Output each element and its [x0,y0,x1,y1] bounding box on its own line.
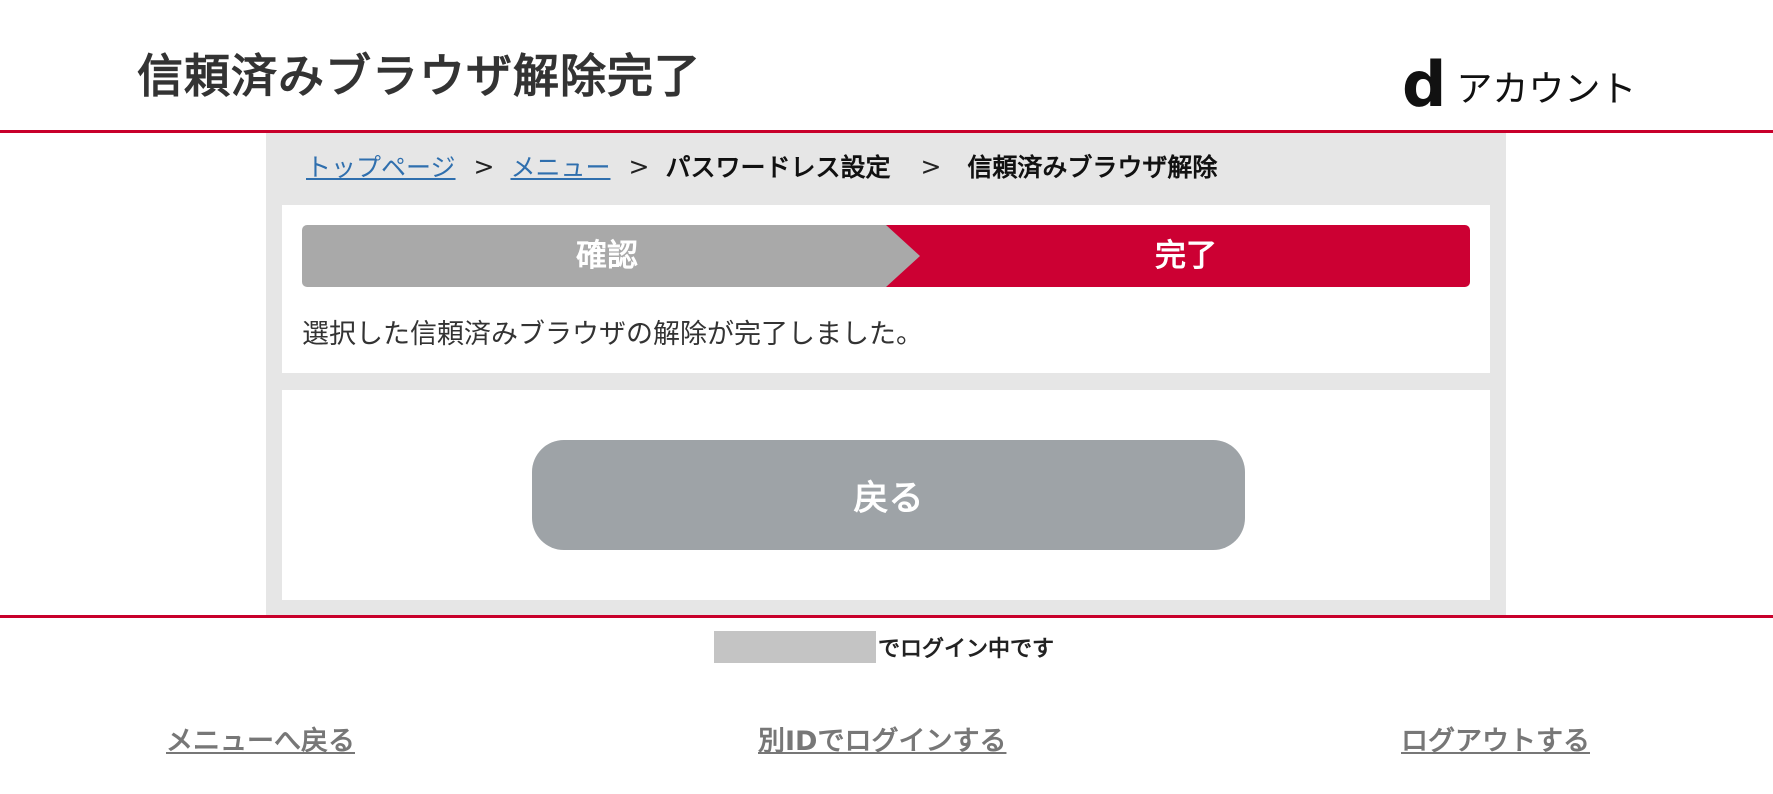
action-card: 戻る [282,390,1490,600]
login-status-text: でログイン中です [878,637,1055,662]
header: 信頼済みブラウザ解除完了 d アカウント [0,0,1773,133]
step-confirm-label: 確認 [576,238,638,274]
page-title: 信頼済みブラウザ解除完了 [137,49,701,103]
breadcrumb-passwordless-settings: パスワードレス設定 [665,153,891,182]
completion-card: 確認 完了 選択した信頼済みブラウザの解除が完了しました。 [282,205,1490,373]
masked-user-id [714,631,876,663]
progress-steps: 確認 完了 [302,225,1470,287]
breadcrumb-separator: > [473,151,495,181]
breadcrumb-separator: > [628,151,650,181]
breadcrumb: トップページ > メニュー > パスワードレス設定 > 信頼済みブラウザ解除 [306,148,1217,184]
logo-text: アカウント [1456,69,1637,110]
logout-link[interactable]: ログアウトする [1401,719,1590,758]
d-account-logo: d アカウント [1402,48,1637,121]
footer-divider [0,615,1773,618]
main-panel: トップページ > メニュー > パスワードレス設定 > 信頼済みブラウザ解除 確… [266,133,1506,615]
breadcrumb-top-page-link[interactable]: トップページ [306,148,456,184]
completion-message: 選択した信頼済みブラウザの解除が完了しました。 [302,319,923,350]
back-button[interactable]: 戻る [532,440,1245,550]
login-with-other-id-link[interactable]: 別IDでログインする [758,719,1006,758]
breadcrumb-current-page: 信頼済みブラウザ解除 [967,153,1218,182]
login-status: でログイン中です [714,631,1054,663]
step-complete-label: 完了 [1155,238,1217,274]
logo-d-mark: d [1402,48,1447,121]
breadcrumb-separator: > [920,151,942,181]
breadcrumb-menu-link[interactable]: メニュー [510,148,610,184]
back-to-menu-link[interactable]: メニューへ戻る [166,719,355,758]
